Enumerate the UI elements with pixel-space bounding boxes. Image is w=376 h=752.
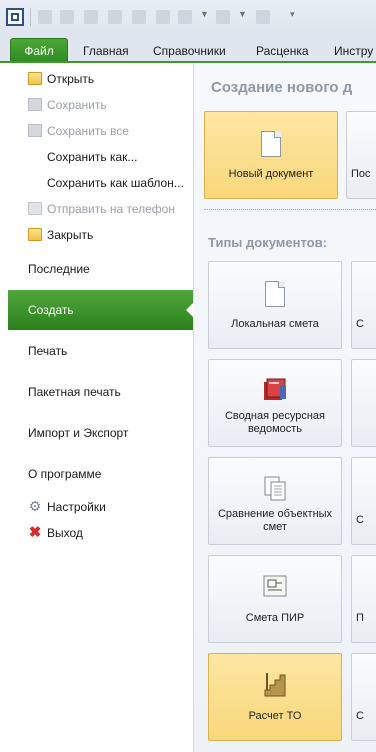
to-calculation-label: Расчет ТО (248, 710, 302, 722)
type-card-partial[interactable]: С (351, 653, 376, 741)
tab-references[interactable]: Справочники (153, 40, 226, 62)
resource-statement-card[interactable]: Сводная ресурсная ведомость (208, 359, 342, 447)
type-card-partial-label: С (356, 710, 364, 722)
customize-toolbar-icon[interactable]: ▾ (290, 9, 295, 20)
nav-save-as[interactable]: Сохранить как... (8, 146, 193, 168)
object-estimates-compare-label: Сравнение объектных смет (217, 508, 333, 533)
phone-icon (28, 202, 42, 215)
nav-exit[interactable]: ✖ Выход (8, 522, 193, 544)
resource-statement-label: Сводная ресурсная ведомость (224, 410, 326, 435)
new-document-label: Новый документ (228, 168, 314, 180)
document-icon (265, 281, 285, 307)
tab-tools[interactable]: Инстру (334, 40, 373, 62)
nav-close[interactable]: Закрыть (8, 224, 193, 246)
nav-print[interactable]: Печать (8, 331, 193, 371)
save-icon (28, 98, 42, 111)
quick-access-toolbar: ▼ ▼ ▾ (0, 0, 376, 35)
save-all-icon (28, 124, 42, 137)
app-logo-icon[interactable] (6, 8, 24, 26)
copy-icon[interactable] (156, 10, 170, 24)
staircase-icon (264, 673, 286, 697)
type-card-partial[interactable]: С (351, 457, 376, 545)
nav-settings[interactable]: ⚙ Настройки (8, 496, 193, 518)
top-card-partial[interactable]: Пос (346, 111, 376, 199)
nav-open[interactable]: Открыть (8, 68, 193, 90)
open-folder-icon[interactable] (60, 10, 74, 24)
tab-pricing[interactable]: Расценка (256, 40, 309, 62)
type-card-partial-label: С (356, 514, 364, 526)
local-estimate-label: Локальная смета (231, 318, 319, 330)
nav-send-to-phone[interactable]: Отправить на телефон (8, 198, 193, 220)
new-document-card[interactable]: Новый документ (204, 111, 338, 199)
ribbon-tab-bar: Файл Главная Справочники Расценка Инстру (0, 34, 376, 62)
nav-save-all-label: Сохранить все (47, 124, 129, 138)
tab-file[interactable]: Файл (10, 38, 68, 62)
gear-icon: ⚙ (28, 498, 42, 514)
type-card-partial[interactable] (351, 359, 376, 447)
nav-batch-print[interactable]: Пакетная печать (8, 372, 193, 412)
type-card-partial-label: С (356, 318, 364, 330)
nav-about[interactable]: О программе (8, 454, 193, 494)
backstage-nav: Открыть Сохранить Сохранить все Сохранит… (8, 63, 194, 752)
create-panel: Создание нового д Новый документ Пос Тип… (194, 63, 376, 752)
document-icon (261, 131, 281, 157)
nav-save-as-template-label: Сохранить как шаблон... (47, 176, 184, 190)
nav-batch-print-label: Пакетная печать (28, 385, 121, 399)
section-divider (204, 209, 376, 210)
nav-settings-label: Настройки (47, 500, 106, 514)
undo-dropdown-icon[interactable]: ▼ (200, 9, 209, 19)
nav-import-export[interactable]: Импорт и Экспорт (8, 413, 193, 453)
save-icon[interactable] (84, 10, 98, 24)
type-card-partial-label: П (356, 612, 364, 624)
nav-recent-label: Последние (28, 262, 90, 276)
compare-docs-icon (264, 476, 286, 501)
redo-dropdown-icon[interactable]: ▼ (238, 9, 247, 19)
export-icon[interactable] (256, 10, 270, 24)
save-all-icon[interactable] (108, 10, 122, 24)
nav-create[interactable]: Создать (8, 290, 194, 330)
document-types-title: Типы документов: (208, 235, 327, 250)
local-estimate-card[interactable]: Локальная смета (208, 261, 342, 349)
nav-save-label: Сохранить (47, 98, 107, 112)
print-icon[interactable] (132, 10, 146, 24)
nav-send-to-phone-label: Отправить на телефон (47, 202, 175, 216)
resource-book-icon (264, 378, 286, 400)
redo-icon[interactable] (216, 10, 230, 24)
nav-close-label: Закрыть (47, 228, 94, 242)
undo-icon[interactable] (178, 10, 192, 24)
pir-estimate-card[interactable]: Смета ПИР (208, 555, 342, 643)
nav-save[interactable]: Сохранить (8, 94, 193, 116)
nav-recent[interactable]: Последние (8, 249, 193, 289)
object-estimates-compare-card[interactable]: Сравнение объектных смет (208, 457, 342, 545)
nav-save-as-label: Сохранить как... (47, 150, 138, 164)
nav-open-label: Открыть (47, 72, 95, 86)
top-card-partial-label: Пос (351, 168, 371, 180)
nav-import-export-label: Импорт и Экспорт (28, 426, 129, 440)
nav-save-as-template[interactable]: Сохранить как шаблон... (8, 172, 193, 194)
tab-home[interactable]: Главная (83, 40, 129, 62)
type-card-partial[interactable]: П (351, 555, 376, 643)
type-card-partial[interactable]: С (351, 261, 376, 349)
toolbar-separator (30, 8, 31, 26)
nav-exit-label: Выход (47, 526, 83, 540)
folder-close-icon (28, 228, 42, 241)
create-title: Создание нового д (211, 79, 353, 96)
new-file-icon[interactable] (38, 10, 52, 24)
exit-icon: ✖ (28, 524, 42, 541)
blueprint-icon (263, 575, 287, 597)
to-calculation-card[interactable]: Расчет ТО (208, 653, 342, 741)
folder-open-icon (28, 72, 42, 85)
nav-print-label: Печать (28, 344, 68, 358)
pir-estimate-label: Смета ПИР (245, 612, 305, 624)
nav-about-label: О программе (28, 467, 102, 481)
nav-create-label: Создать (28, 303, 74, 317)
nav-save-all[interactable]: Сохранить все (8, 120, 193, 142)
